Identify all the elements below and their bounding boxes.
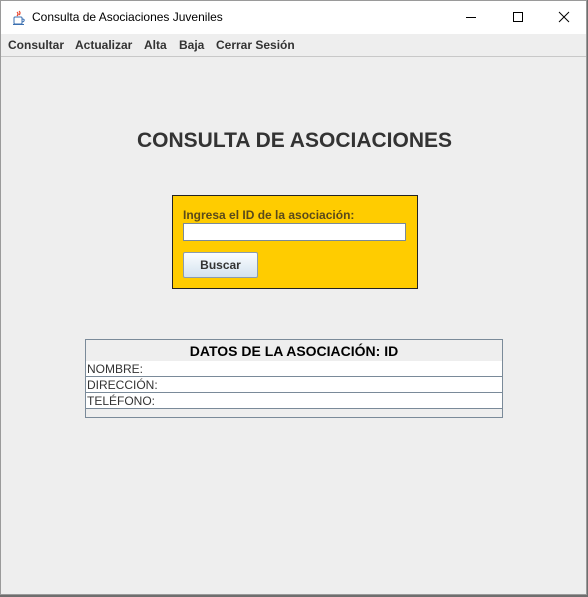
- telefono-label: TELÉFONO:: [87, 394, 156, 408]
- page-title: CONSULTA DE ASOCIACIONES: [136, 129, 452, 152]
- maximize-button[interactable]: [495, 1, 541, 34]
- title-bar[interactable]: Consulta de Asociaciones Juveniles: [1, 1, 586, 34]
- table-row-nombre: NOMBRE:: [86, 361, 502, 377]
- menu-bar: Consultar Actualizar Alta Baja Cerrar Se…: [1, 34, 586, 57]
- close-icon: [558, 8, 570, 27]
- association-details-table: DATOS DE LA ASOCIACIÓN: ID NOMBRE: DIREC…: [85, 339, 503, 418]
- direccion-label: DIRECCIÓN:: [87, 378, 158, 392]
- menu-baja[interactable]: Baja: [179, 38, 204, 52]
- application-window: Consulta de Asociaciones Juveniles Consu…: [0, 0, 587, 595]
- minimize-button[interactable]: [448, 1, 494, 34]
- search-button[interactable]: Buscar: [183, 252, 258, 278]
- id-input[interactable]: [183, 223, 406, 241]
- menu-cerrar-sesion[interactable]: Cerrar Sesión: [216, 38, 295, 52]
- menu-actualizar[interactable]: Actualizar: [75, 38, 132, 52]
- minimize-icon: [465, 8, 477, 27]
- nombre-label: NOMBRE:: [87, 362, 144, 376]
- details-header: DATOS DE LA ASOCIACIÓN: ID: [86, 340, 502, 362]
- maximize-icon: [512, 8, 524, 27]
- search-panel: Ingresa el ID de la asociación: Buscar: [172, 195, 418, 289]
- window-title: Consulta de Asociaciones Juveniles: [32, 10, 223, 24]
- menu-alta[interactable]: Alta: [144, 38, 167, 52]
- menu-consultar[interactable]: Consultar: [8, 38, 64, 52]
- java-cup-icon: [11, 10, 27, 26]
- close-button[interactable]: [541, 1, 587, 34]
- table-row-telefono: TELÉFONO:: [86, 393, 502, 409]
- search-label: Ingresa el ID de la asociación:: [183, 208, 355, 222]
- table-row-direccion: DIRECCIÓN:: [86, 377, 502, 393]
